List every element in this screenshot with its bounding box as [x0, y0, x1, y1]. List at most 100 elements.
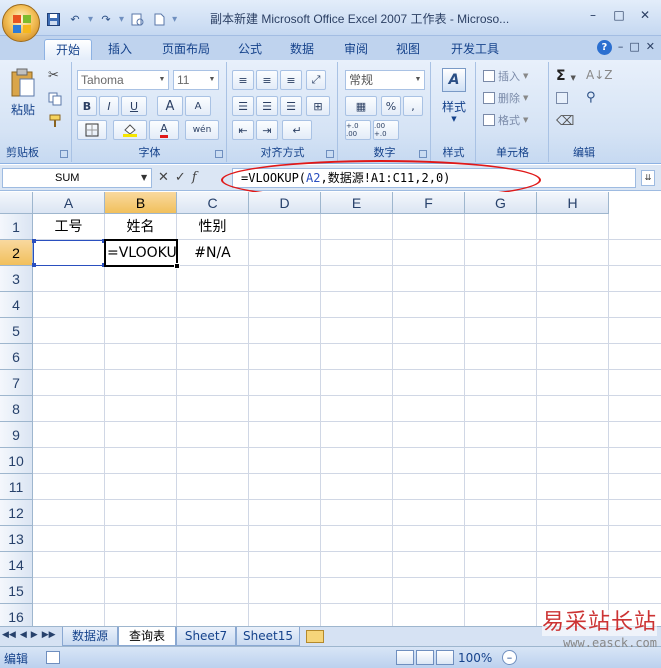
row-header-2[interactable]: 2: [0, 240, 33, 266]
cell-b2[interactable]: =VLOOKUP: [107, 240, 176, 266]
wrap-text-button[interactable]: ↵: [282, 120, 312, 140]
zoom-out-button[interactable]: –: [502, 650, 517, 665]
clipboard-launcher-icon[interactable]: [60, 150, 68, 158]
row-header-6[interactable]: 6: [0, 344, 33, 370]
align-top-button[interactable]: ≡: [232, 70, 254, 90]
prev-sheet-icon[interactable]: ◀: [20, 630, 27, 640]
align-bottom-button[interactable]: ≡: [280, 70, 302, 90]
sheet-tab-sheet7[interactable]: Sheet7: [176, 627, 236, 646]
last-sheet-icon[interactable]: ▶▶: [42, 630, 56, 640]
number-format-combo[interactable]: 常规 ▼: [345, 70, 425, 90]
ribbon-restore-button[interactable]: □: [629, 40, 639, 55]
column-header-b[interactable]: B: [105, 192, 177, 214]
clear-button[interactable]: ⌫: [556, 114, 574, 129]
expand-formula-bar-icon[interactable]: ⇊: [641, 170, 655, 186]
row-header-3[interactable]: 3: [0, 266, 33, 292]
tab-formulas[interactable]: 公式: [232, 39, 268, 60]
fill-button[interactable]: [556, 92, 568, 107]
bold-button[interactable]: B: [77, 96, 97, 116]
new-document-icon[interactable]: [150, 11, 168, 27]
select-all-corner[interactable]: [0, 192, 33, 214]
increase-decimal-button[interactable]: +.0 .00: [345, 120, 371, 140]
alignment-launcher-icon[interactable]: [326, 150, 334, 158]
cut-icon[interactable]: ✂: [48, 68, 59, 83]
tab-review[interactable]: 审阅: [338, 39, 374, 60]
close-window-button[interactable]: ✕: [633, 6, 657, 24]
column-header-h[interactable]: H: [537, 192, 609, 214]
row-header-13[interactable]: 13: [0, 526, 33, 552]
cancel-formula-icon[interactable]: ✕: [158, 170, 169, 185]
redo-icon[interactable]: ↷: [97, 11, 115, 27]
decrease-indent-button[interactable]: ⇤: [232, 120, 254, 140]
next-sheet-icon[interactable]: ▶: [31, 630, 38, 640]
row-header-1[interactable]: 1: [0, 214, 33, 240]
enter-formula-icon[interactable]: ✓: [175, 170, 186, 185]
autosum-button[interactable]: Σ ▼: [556, 68, 576, 84]
tab-home[interactable]: 开始: [44, 39, 92, 60]
tab-insert[interactable]: 插入: [100, 39, 140, 60]
print-preview-icon[interactable]: [128, 11, 146, 27]
name-box[interactable]: SUM: [2, 168, 152, 188]
align-right-button[interactable]: ☰: [280, 96, 302, 116]
fill-color-button[interactable]: [113, 120, 147, 140]
font-launcher-icon[interactable]: [215, 150, 223, 158]
paste-button[interactable]: 粘贴: [6, 66, 40, 130]
find-select-button[interactable]: ⚲: [586, 90, 596, 105]
align-middle-button[interactable]: ≡: [256, 70, 278, 90]
delete-cells-button[interactable]: 删除 ▼: [483, 90, 528, 106]
page-break-view-icon[interactable]: [436, 650, 454, 665]
redo-dropdown-icon[interactable]: ▾: [119, 14, 124, 25]
increase-indent-button[interactable]: ⇥: [256, 120, 278, 140]
sheet-tab-sheet15[interactable]: Sheet15: [236, 627, 300, 646]
comma-style-button[interactable]: ,: [403, 96, 423, 116]
cell-b1[interactable]: 姓名: [105, 214, 176, 240]
font-size-combo[interactable]: 11 ▼: [173, 70, 219, 90]
row-header-9[interactable]: 9: [0, 422, 33, 448]
styles-button[interactable]: A 样式 ▼: [436, 68, 472, 140]
column-header-e[interactable]: E: [321, 192, 393, 214]
zoom-level[interactable]: 100%: [458, 651, 492, 665]
cell-c2[interactable]: #N/A: [177, 240, 248, 266]
percent-style-button[interactable]: %: [381, 96, 401, 116]
copy-icon[interactable]: [48, 92, 62, 109]
first-sheet-icon[interactable]: ◀◀: [2, 630, 16, 640]
undo-dropdown-icon[interactable]: ▾: [88, 14, 93, 25]
cell-area[interactable]: 工号 姓名 性别 =VLOOKUP #N/A: [32, 214, 661, 626]
office-button[interactable]: [2, 4, 40, 42]
tab-page-layout[interactable]: 页面布局: [155, 39, 217, 60]
tab-developer[interactable]: 开发工具: [444, 39, 506, 60]
merge-center-button[interactable]: ⊞: [306, 96, 330, 116]
cell-a1[interactable]: 工号: [33, 214, 104, 240]
sheet-tab-data-source[interactable]: 数据源: [62, 627, 118, 646]
worksheet-grid[interactable]: ABCDEFGH 1 2 3 4 5 6 7 8 9 10 11 12 13 14 15 16 工号 姓名 性…: [0, 192, 661, 626]
normal-view-icon[interactable]: [396, 650, 414, 665]
row-header-8[interactable]: 8: [0, 396, 33, 422]
column-header-d[interactable]: D: [249, 192, 321, 214]
ribbon-minimize-button[interactable]: –: [618, 40, 624, 55]
tab-view[interactable]: 视图: [390, 39, 426, 60]
formula-input[interactable]: =VLOOKUP(A2,数据源!A1:C11,2,0): [232, 168, 636, 188]
maximize-window-button[interactable]: □: [607, 6, 631, 24]
name-box-dropdown-icon[interactable]: ▼: [141, 173, 147, 182]
column-header-a[interactable]: A: [33, 192, 105, 214]
save-icon[interactable]: [44, 11, 62, 27]
borders-button[interactable]: [77, 120, 107, 140]
row-header-7[interactable]: 7: [0, 370, 33, 396]
column-header-c[interactable]: C: [177, 192, 249, 214]
font-name-dropdown-icon[interactable]: ▼: [156, 71, 168, 89]
italic-button[interactable]: I: [99, 96, 119, 116]
number-format-dropdown-icon[interactable]: ▼: [412, 71, 424, 89]
align-center-button[interactable]: ☰: [256, 96, 278, 116]
font-color-button[interactable]: A: [149, 120, 179, 140]
font-name-combo[interactable]: Tahoma ▼: [77, 70, 169, 90]
row-header-10[interactable]: 10: [0, 448, 33, 474]
phonetic-button[interactable]: wén: [185, 120, 219, 140]
minimize-window-button[interactable]: –: [581, 6, 605, 24]
align-left-button[interactable]: ☰: [232, 96, 254, 116]
format-cells-button[interactable]: 格式 ▼: [483, 112, 528, 128]
help-icon[interactable]: ?: [596, 40, 612, 55]
row-header-15[interactable]: 15: [0, 578, 33, 604]
underline-button[interactable]: U: [121, 96, 147, 116]
cell-c1[interactable]: 性别: [177, 214, 248, 240]
sheet-tab-query[interactable]: 查询表: [118, 627, 176, 646]
